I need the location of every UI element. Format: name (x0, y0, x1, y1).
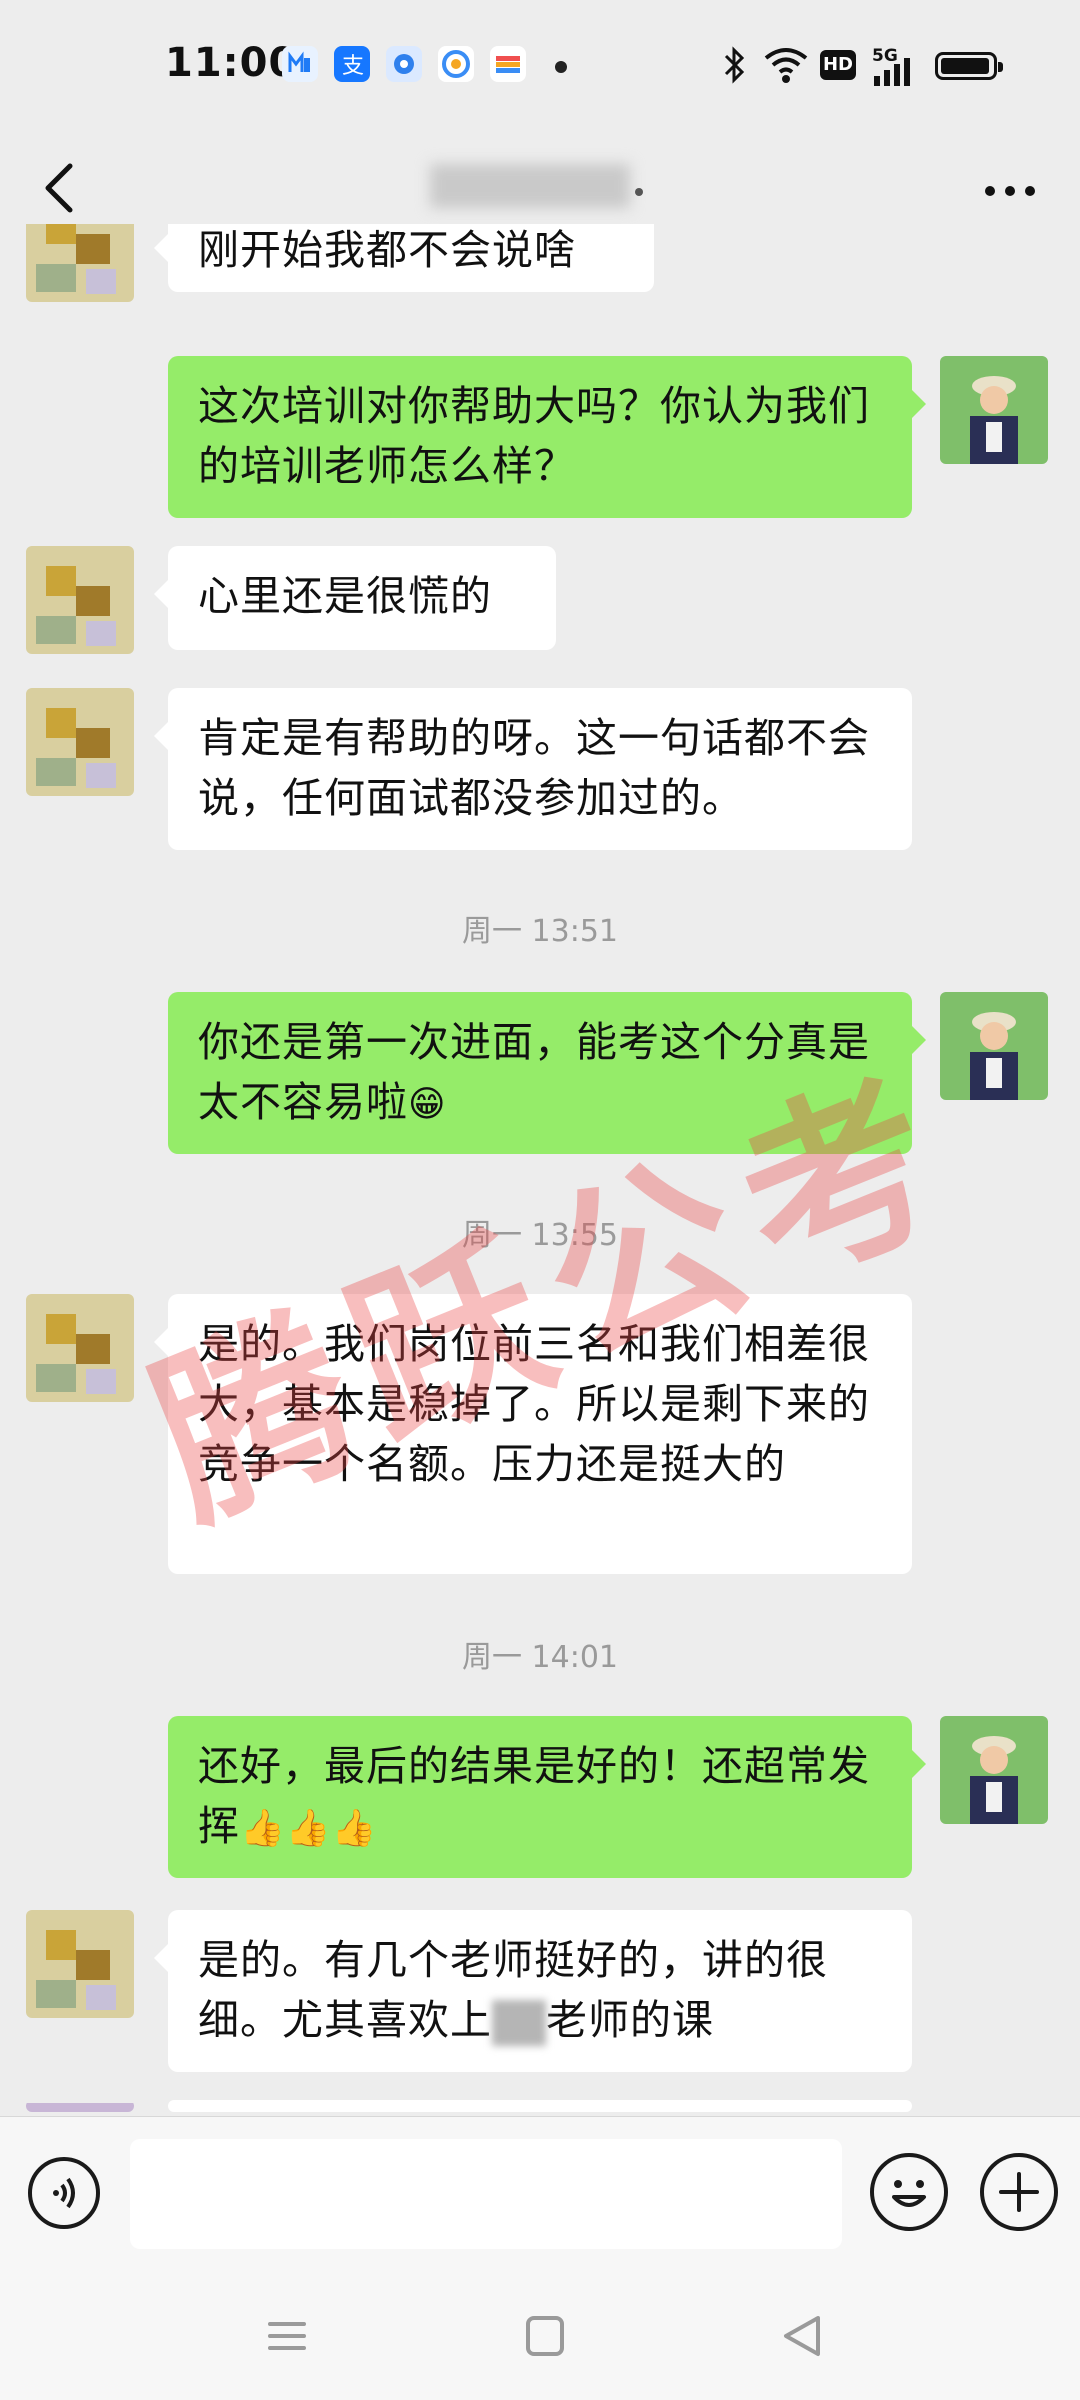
app-notification-icon (282, 46, 318, 82)
emoji-button[interactable] (870, 2153, 948, 2231)
my-avatar[interactable] (940, 1716, 1048, 1824)
alipay-icon: 支 (334, 46, 370, 82)
hd-badge: HD (820, 50, 856, 80)
signal-icon (874, 58, 910, 86)
voice-icon (53, 2177, 75, 2209)
message-input[interactable] (130, 2139, 842, 2249)
status-bar: 11:00 支 HD 5G (0, 0, 1080, 136)
message-text: 老师的课 (546, 1996, 714, 2044)
grin-emoji-icon: 😁 (408, 1084, 447, 1125)
system-navigation-bar (0, 2276, 1080, 2400)
blurred-contact-name (430, 164, 630, 208)
back-button[interactable] (30, 148, 100, 228)
more-dots-icon (985, 186, 1035, 196)
message-text: 心里还是很慌的 (198, 572, 492, 620)
chevron-left-icon (45, 163, 73, 213)
battery-icon (935, 52, 1003, 80)
message-text: 这次培训对你帮助大吗？你认为我们的培训老师怎么样？ (198, 382, 870, 490)
message-list[interactable]: 刚开始我都不会说啥 这次培训对你帮助大吗？你认为我们的培训老师怎么样？ 心里还是… (0, 224, 1080, 2112)
message-bubble[interactable] (168, 2100, 912, 2112)
timestamp: 周一 13:55 (462, 1218, 618, 1253)
back-nav-button[interactable] (768, 2306, 838, 2366)
message-bubble[interactable]: 还好，最后的结果是好的！还超常发挥👍👍👍 (168, 1716, 926, 1878)
message-bubble[interactable]: 是的。我们岗位前三名和我们相差很大，基本是稳掉了。所以是剩下来的竞争一个名额。压… (154, 1294, 912, 1574)
app-notification-icon (438, 46, 474, 82)
message-bubble[interactable]: 刚开始我都不会说啥 (154, 224, 654, 292)
message-bubble[interactable]: 这次培训对你帮助大吗？你认为我们的培训老师怎么样？ (168, 356, 926, 518)
timestamp: 周一 14:01 (462, 1640, 618, 1675)
menu-icon (268, 2322, 306, 2350)
input-bar (0, 2116, 1080, 2277)
my-avatar[interactable] (940, 992, 1048, 1100)
home-button[interactable] (510, 2306, 580, 2366)
thumbs-up-emoji-icon: 👍👍👍 (240, 1808, 378, 1849)
message-bubble[interactable]: 你还是第一次进面，能考这个分真是太不容易啦😁 (168, 992, 926, 1154)
home-square-icon (526, 2316, 564, 2356)
message-bubble[interactable]: 心里还是很慌的 (154, 546, 556, 650)
contact-avatar[interactable] (26, 1294, 134, 1402)
blurred-teacher-name (492, 2000, 546, 2046)
message-text: 是的。我们岗位前三名和我们相差很大，基本是稳掉了。所以是剩下来的竞争一个名额。压… (198, 1320, 870, 1488)
voice-button[interactable] (28, 2157, 100, 2229)
message-bubble[interactable]: 肯定是有帮助的呀。这一句话都不会说，任何面试都没参加过的。 (154, 688, 912, 850)
wifi-icon (764, 48, 808, 83)
more-notifications-dot (555, 61, 567, 73)
svg-text:支: 支 (342, 54, 364, 79)
message-bubble[interactable]: 是的。有几个老师挺好的，讲的很细。尤其喜欢上 老师的课 (154, 1910, 912, 2072)
plus-icon (999, 2172, 1039, 2212)
contact-avatar[interactable] (26, 1910, 134, 2018)
bluetooth-icon (724, 46, 745, 84)
title-ellipsis-dot (635, 188, 643, 196)
message-text: 肯定是有帮助的呀。这一句话都不会说，任何面试都没参加过的。 (198, 714, 870, 822)
contact-avatar[interactable] (26, 546, 134, 654)
contact-avatar[interactable] (26, 2100, 134, 2112)
app-notification-icon (386, 46, 422, 82)
app-notification-icon (490, 46, 526, 82)
contact-avatar[interactable] (26, 688, 134, 796)
back-triangle-icon (784, 2316, 820, 2356)
message-text: 刚开始我都不会说啥 (198, 226, 576, 274)
more-functions-button[interactable] (980, 2153, 1058, 2231)
recent-apps-button[interactable] (252, 2306, 322, 2366)
message-text: 你还是第一次进面，能考这个分真是太不容易啦 (198, 1018, 870, 1126)
emoji-icon (892, 2180, 926, 2207)
timestamp: 周一 13:51 (462, 914, 618, 949)
contact-avatar[interactable] (26, 224, 134, 302)
my-avatar[interactable] (940, 356, 1048, 464)
chat-title (430, 158, 650, 210)
status-time: 11:00 (165, 40, 298, 86)
more-options-button[interactable] (970, 166, 1050, 216)
